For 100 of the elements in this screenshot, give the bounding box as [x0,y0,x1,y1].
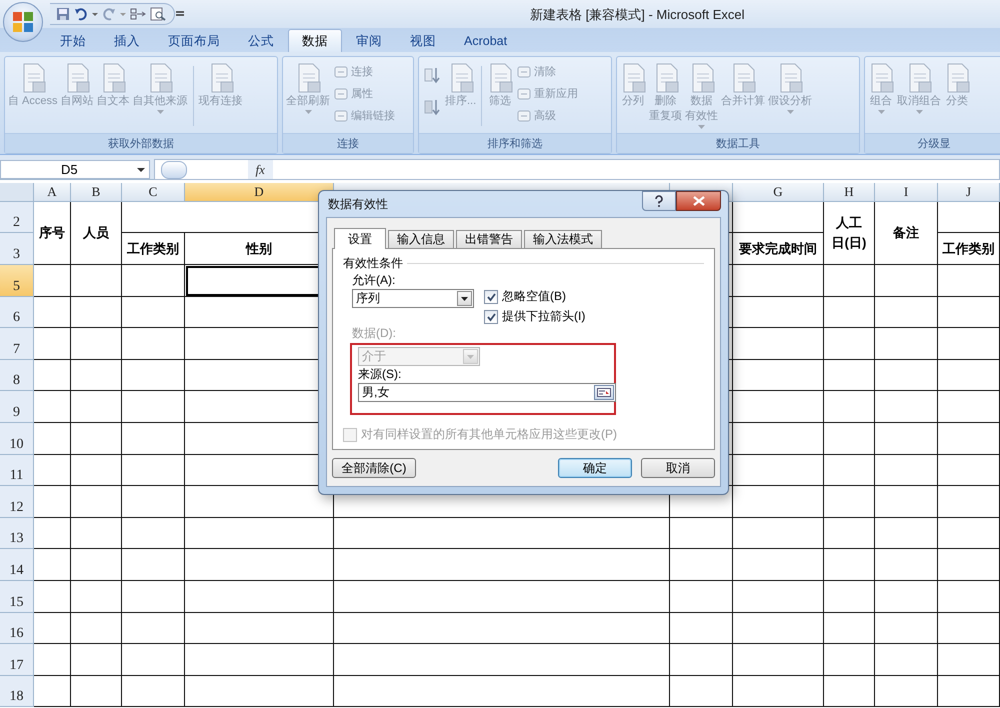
table-cell[interactable] [733,391,824,423]
dialog-button[interactable]: 全部清除(C) [332,458,416,478]
row-header[interactable]: 14 [0,549,34,581]
dropdown-field[interactable]: 序列 [352,289,474,308]
table-cell[interactable] [938,676,1000,708]
table-cell[interactable] [875,265,938,297]
ribbon-tab[interactable]: 开始 [46,29,100,52]
table-cell[interactable] [733,454,824,486]
table-cell[interactable] [34,580,71,613]
print-preview-icon[interactable] [150,7,166,21]
table-cell[interactable] [34,328,71,360]
table-cell[interactable] [875,549,938,581]
table-cell[interactable] [185,676,334,708]
table-cell[interactable] [733,328,824,360]
row-header[interactable]: 11 [0,454,34,486]
table-cell[interactable] [875,676,938,708]
table-cell[interactable] [670,580,733,613]
table-cell[interactable] [670,549,733,581]
name-box[interactable]: D5 [0,160,150,179]
column-header[interactable]: I [875,183,938,202]
table-cell[interactable] [34,422,71,455]
table-cell[interactable] [185,518,334,550]
table-cell[interactable] [670,518,733,550]
dialog-tab[interactable]: 输入信息 [388,230,454,248]
table-cell[interactable] [71,454,122,486]
ribbon-tab[interactable]: 公式 [234,29,288,52]
table-cell[interactable] [122,296,185,328]
table-cell[interactable] [733,296,824,328]
table-cell[interactable] [938,422,1000,455]
table-cell[interactable] [334,644,670,676]
table-cell[interactable] [875,296,938,328]
table-cell[interactable] [824,454,875,486]
table-cell[interactable] [824,391,875,423]
save-icon[interactable] [56,7,70,21]
table-cell[interactable] [122,422,185,455]
table-cell[interactable] [824,612,875,644]
table-cell[interactable] [824,486,875,518]
table-cell[interactable] [334,580,670,613]
table-cell[interactable] [34,549,71,581]
table-cell[interactable] [34,265,71,297]
table-cell[interactable] [875,454,938,486]
table-cell[interactable] [71,486,122,518]
table-cell[interactable] [733,265,824,297]
caret-icon[interactable] [137,166,145,172]
table-cell[interactable] [938,360,1000,392]
table-cell[interactable] [71,644,122,676]
row-header[interactable]: 17 [0,644,34,676]
table-cell[interactable] [71,580,122,613]
table-cell[interactable] [71,296,122,328]
table-cell[interactable] [875,486,938,518]
table-cell[interactable] [34,612,71,644]
table-cell[interactable] [122,676,185,708]
table-cell[interactable] [185,612,334,644]
table-cell[interactable] [733,518,824,550]
close-button[interactable] [676,191,721,211]
row-header[interactable]: 16 [0,612,34,644]
table-cell[interactable] [71,422,122,455]
checkbox[interactable]: 忽略空值(B) [484,288,586,305]
row-header[interactable]: 3 [0,233,34,265]
table-cell[interactable] [334,549,670,581]
row-header[interactable]: 13 [0,518,34,550]
table-cell[interactable] [938,612,1000,644]
table-cell[interactable] [71,360,122,392]
source-field[interactable]: 男,女 [358,383,616,402]
table-cell[interactable] [875,360,938,392]
table-cell[interactable] [824,328,875,360]
table-cell[interactable] [34,360,71,392]
table-cell[interactable] [122,486,185,518]
table-cell[interactable] [938,549,1000,581]
column-header[interactable]: A [34,183,71,202]
table-cell[interactable] [670,612,733,644]
ribbon-tab[interactable]: 视图 [396,29,450,52]
row-header[interactable]: 7 [0,328,34,360]
table-cell[interactable] [938,202,1000,233]
table-cell[interactable] [824,676,875,708]
table-cell[interactable] [733,612,824,644]
table-cell[interactable] [334,518,670,550]
table-cell[interactable] [71,612,122,644]
row-header[interactable]: 5 [0,265,34,297]
table-cell[interactable] [875,580,938,613]
table-cell[interactable] [733,549,824,581]
dialog-tab[interactable]: 设置 [334,228,386,249]
table-cell[interactable] [733,486,824,518]
row-header[interactable]: 15 [0,580,34,613]
collapse-dialog-button[interactable] [594,385,614,400]
row-header[interactable]: 6 [0,296,34,328]
table-cell[interactable] [34,676,71,708]
row-header[interactable]: 12 [0,486,34,518]
dialog-tab[interactable]: 输入法模式 [524,230,602,248]
row-header[interactable]: 2 [0,202,34,233]
table-cell[interactable] [122,518,185,550]
table-cell[interactable] [824,518,875,550]
undo-icon[interactable] [74,7,88,21]
table-cell[interactable] [938,328,1000,360]
table-cell[interactable] [71,265,122,297]
ribbon-tab[interactable]: 插入 [100,29,154,52]
form-icon[interactable] [130,7,146,21]
ribbon-tab[interactable]: Acrobat [450,29,522,52]
table-cell[interactable] [733,644,824,676]
table-cell[interactable] [34,486,71,518]
